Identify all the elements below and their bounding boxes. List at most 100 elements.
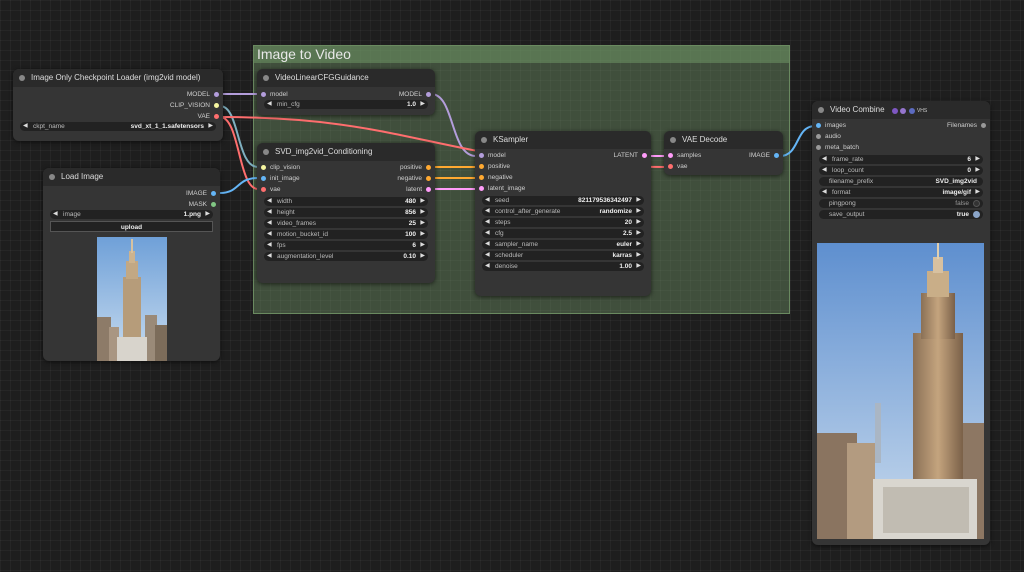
- collapse-dot-icon[interactable]: [263, 149, 269, 155]
- decrement-arrow-icon[interactable]: ◀: [23, 122, 28, 131]
- increment-arrow-icon[interactable]: ▶: [636, 251, 641, 260]
- decrement-arrow-icon[interactable]: ◀: [485, 196, 490, 205]
- input-socket-images[interactable]: [816, 123, 821, 128]
- input-socket-negative[interactable]: [479, 175, 484, 180]
- increment-arrow-icon[interactable]: ▶: [975, 166, 980, 175]
- node-title-video-combine[interactable]: Video Combine VHS: [812, 101, 990, 119]
- increment-arrow-icon[interactable]: ▶: [420, 197, 425, 206]
- increment-arrow-icon[interactable]: ▶: [975, 155, 980, 164]
- node-load-image[interactable]: Load Image IMAGE MASK ◀ image 1.png ▶ up…: [43, 168, 220, 361]
- decrement-arrow-icon[interactable]: ◀: [822, 166, 827, 175]
- widget-format[interactable]: ◀ format image/gif ▶: [819, 188, 983, 197]
- widget-width[interactable]: ◀ width 480 ▶: [264, 197, 428, 206]
- increment-arrow-icon[interactable]: ▶: [975, 188, 980, 197]
- widget-filename-prefix[interactable]: filename_prefix SVD_img2vid: [819, 177, 983, 186]
- widget-scheduler[interactable]: ◀ scheduler karras ▶: [482, 251, 644, 260]
- increment-arrow-icon[interactable]: ▶: [636, 207, 641, 216]
- widget-denoise[interactable]: ◀ denoise 1.00 ▶: [482, 262, 644, 271]
- widget-sampler-name[interactable]: ◀ sampler_name euler ▶: [482, 240, 644, 249]
- decrement-arrow-icon[interactable]: ◀: [267, 219, 272, 228]
- decrement-arrow-icon[interactable]: ◀: [267, 241, 272, 250]
- output-socket-clip-vision[interactable]: [214, 103, 219, 108]
- increment-arrow-icon[interactable]: ▶: [208, 122, 213, 131]
- widget-seed[interactable]: ◀ seed 821179536342497 ▶: [482, 196, 644, 205]
- input-socket-vae[interactable]: [668, 164, 673, 169]
- output-socket-filenames[interactable]: [981, 123, 986, 128]
- node-title-vae-decode[interactable]: VAE Decode: [664, 131, 783, 149]
- increment-arrow-icon[interactable]: ▶: [636, 229, 641, 238]
- decrement-arrow-icon[interactable]: ◀: [53, 210, 58, 219]
- toggle-pingpong[interactable]: pingpong false: [819, 199, 983, 208]
- input-socket-model[interactable]: [479, 153, 484, 158]
- output-socket-positive[interactable]: [426, 165, 431, 170]
- decrement-arrow-icon[interactable]: ◀: [485, 218, 490, 227]
- increment-arrow-icon[interactable]: ▶: [205, 210, 210, 219]
- widget-ckpt-name[interactable]: ◀ ckpt_name svd_xt_1_1.safetensors ▶: [20, 122, 216, 131]
- increment-arrow-icon[interactable]: ▶: [636, 262, 641, 271]
- collapse-dot-icon[interactable]: [670, 137, 676, 143]
- node-title-checkpoint-loader[interactable]: Image Only Checkpoint Loader (img2vid mo…: [13, 69, 223, 87]
- increment-arrow-icon[interactable]: ▶: [420, 241, 425, 250]
- input-socket-vae[interactable]: [261, 187, 266, 192]
- widget-steps[interactable]: ◀ steps 20 ▶: [482, 218, 644, 227]
- collapse-dot-icon[interactable]: [49, 174, 55, 180]
- output-socket-latent[interactable]: [642, 153, 647, 158]
- decrement-arrow-icon[interactable]: ◀: [267, 208, 272, 217]
- node-ksampler[interactable]: KSampler model LATENT positive negative …: [475, 131, 651, 296]
- collapse-dot-icon[interactable]: [263, 75, 269, 81]
- decrement-arrow-icon[interactable]: ◀: [267, 197, 272, 206]
- input-socket-samples[interactable]: [668, 153, 673, 158]
- increment-arrow-icon[interactable]: ▶: [420, 100, 425, 109]
- output-socket-mask[interactable]: [211, 202, 216, 207]
- widget-fps[interactable]: ◀ fps 6 ▶: [264, 241, 428, 250]
- increment-arrow-icon[interactable]: ▶: [420, 230, 425, 239]
- increment-arrow-icon[interactable]: ▶: [636, 218, 641, 227]
- input-socket-positive[interactable]: [479, 164, 484, 169]
- widget-loop-count[interactable]: ◀ loop_count 0 ▶: [819, 166, 983, 175]
- output-socket-model[interactable]: [214, 92, 219, 97]
- decrement-arrow-icon[interactable]: ◀: [485, 262, 490, 271]
- toggle-off-icon[interactable]: [973, 200, 980, 207]
- increment-arrow-icon[interactable]: ▶: [420, 219, 425, 228]
- decrement-arrow-icon[interactable]: ◀: [485, 229, 490, 238]
- widget-cfg[interactable]: ◀ cfg 2.5 ▶: [482, 229, 644, 238]
- decrement-arrow-icon[interactable]: ◀: [267, 252, 272, 261]
- node-title-cfg-guidance[interactable]: VideoLinearCFGGuidance: [257, 69, 435, 87]
- node-title-load-image[interactable]: Load Image: [43, 168, 220, 186]
- decrement-arrow-icon[interactable]: ◀: [822, 155, 827, 164]
- collapse-dot-icon[interactable]: [818, 107, 824, 113]
- widget-control-after-generate[interactable]: ◀ control_after_generate randomize ▶: [482, 207, 644, 216]
- collapse-dot-icon[interactable]: [19, 75, 25, 81]
- widget-frame-rate[interactable]: ◀ frame_rate 6 ▶: [819, 155, 983, 164]
- output-socket-image[interactable]: [774, 153, 779, 158]
- widget-augmentation-level[interactable]: ◀ augmentation_level 0.10 ▶: [264, 252, 428, 261]
- decrement-arrow-icon[interactable]: ◀: [267, 100, 272, 109]
- increment-arrow-icon[interactable]: ▶: [420, 252, 425, 261]
- node-vae-decode[interactable]: VAE Decode samples IMAGE vae: [664, 131, 783, 175]
- widget-motion-bucket-id[interactable]: ◀ motion_bucket_id 100 ▶: [264, 230, 428, 239]
- input-socket-init-image[interactable]: [261, 176, 266, 181]
- toggle-save-output[interactable]: save_output true: [819, 210, 983, 219]
- widget-image[interactable]: ◀ image 1.png ▶: [50, 210, 213, 219]
- node-video-combine[interactable]: Video Combine VHS images Filenames audio…: [812, 101, 990, 545]
- upload-button[interactable]: upload: [50, 221, 213, 232]
- decrement-arrow-icon[interactable]: ◀: [822, 188, 827, 197]
- input-socket-model[interactable]: [261, 92, 266, 97]
- input-socket-clip-vision[interactable]: [261, 165, 266, 170]
- decrement-arrow-icon[interactable]: ◀: [267, 230, 272, 239]
- widget-min-cfg[interactable]: ◀ min_cfg 1.0 ▶: [264, 100, 428, 109]
- input-socket-latent-image[interactable]: [479, 186, 484, 191]
- output-socket-negative[interactable]: [426, 176, 431, 181]
- node-checkpoint-loader[interactable]: Image Only Checkpoint Loader (img2vid mo…: [13, 69, 223, 141]
- input-socket-meta-batch[interactable]: [816, 145, 821, 150]
- output-socket-image[interactable]: [211, 191, 216, 196]
- node-title-svd-conditioning[interactable]: SVD_img2vid_Conditioning: [257, 143, 435, 161]
- output-socket-model[interactable]: [426, 92, 431, 97]
- input-socket-audio[interactable]: [816, 134, 821, 139]
- output-socket-latent[interactable]: [426, 187, 431, 192]
- increment-arrow-icon[interactable]: ▶: [420, 208, 425, 217]
- node-cfg-guidance[interactable]: VideoLinearCFGGuidance model MODEL ◀ min…: [257, 69, 435, 115]
- toggle-on-icon[interactable]: [973, 211, 980, 218]
- increment-arrow-icon[interactable]: ▶: [636, 240, 641, 249]
- widget-height[interactable]: ◀ height 856 ▶: [264, 208, 428, 217]
